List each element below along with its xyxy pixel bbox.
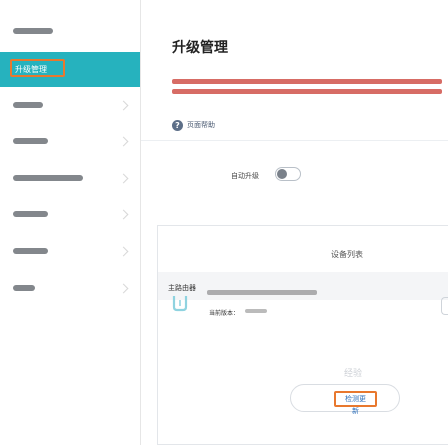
watermark: 经验: [344, 369, 363, 379]
chevron-icon: [118, 209, 129, 220]
chevron-icon: [118, 173, 129, 184]
sidebar-item-7[interactable]: [0, 235, 140, 271]
help-link[interactable]: 页面帮助: [187, 120, 215, 130]
check-update-button[interactable]: 检测更新: [334, 391, 377, 415]
sidebar-item-label-blurred: [13, 248, 48, 254]
version-value-blurred: [245, 309, 267, 313]
check-update-container: 检测更新: [290, 384, 400, 415]
sidebar-item-8[interactable]: [0, 272, 140, 308]
sidebar-item-1[interactable]: [0, 15, 140, 51]
device-list-title: 设备列表: [331, 250, 363, 259]
sidebar-item-label-blurred: [13, 138, 48, 144]
auto-upgrade-label: 自动升级: [231, 172, 259, 180]
chevron-icon: [118, 136, 129, 147]
sidebar-item-label: 升级管理: [15, 65, 47, 74]
chevron-icon: [118, 283, 129, 294]
current-version-label: 当前版本：: [209, 310, 240, 317]
page-title: 升级管理: [172, 40, 228, 56]
group-header: 主路由器: [158, 272, 448, 300]
auto-upgrade-toggle[interactable]: [275, 167, 301, 181]
sidebar-item-4[interactable]: [0, 125, 140, 161]
sidebar-item-label-blurred: [13, 102, 43, 108]
sidebar-item-6[interactable]: [0, 198, 140, 234]
sidebar-item-label-blurred: [13, 175, 83, 181]
group-label: 主路由器: [168, 284, 196, 292]
device-list-card: [157, 225, 448, 445]
toggle-knob: [277, 169, 287, 179]
sidebar-item-5[interactable]: [0, 162, 140, 198]
help-icon[interactable]: ?: [172, 120, 183, 131]
main-content: 升级管理 ? 页面帮助 自动升级 设备列表 主路由器 当前版本： 经验 检测更新: [141, 0, 448, 445]
chevron-icon: [118, 100, 129, 111]
sidebar: 升级管理: [0, 0, 141, 445]
chevron-icon: [118, 246, 129, 257]
device-action-control[interactable]: [441, 297, 448, 315]
device-name-blurred: [207, 290, 317, 295]
description-line-blurred: [172, 89, 442, 94]
router-device-icon: [172, 296, 188, 312]
sidebar-item-3[interactable]: [0, 89, 140, 125]
divider: [141, 140, 448, 141]
sidebar-item-label-blurred: [13, 211, 48, 217]
sidebar-item-upgrade-management[interactable]: 升级管理: [0, 52, 140, 87]
sidebar-item-label-blurred: [13, 28, 53, 34]
sidebar-item-label-blurred: [13, 285, 35, 291]
description-line-blurred: [172, 79, 442, 84]
